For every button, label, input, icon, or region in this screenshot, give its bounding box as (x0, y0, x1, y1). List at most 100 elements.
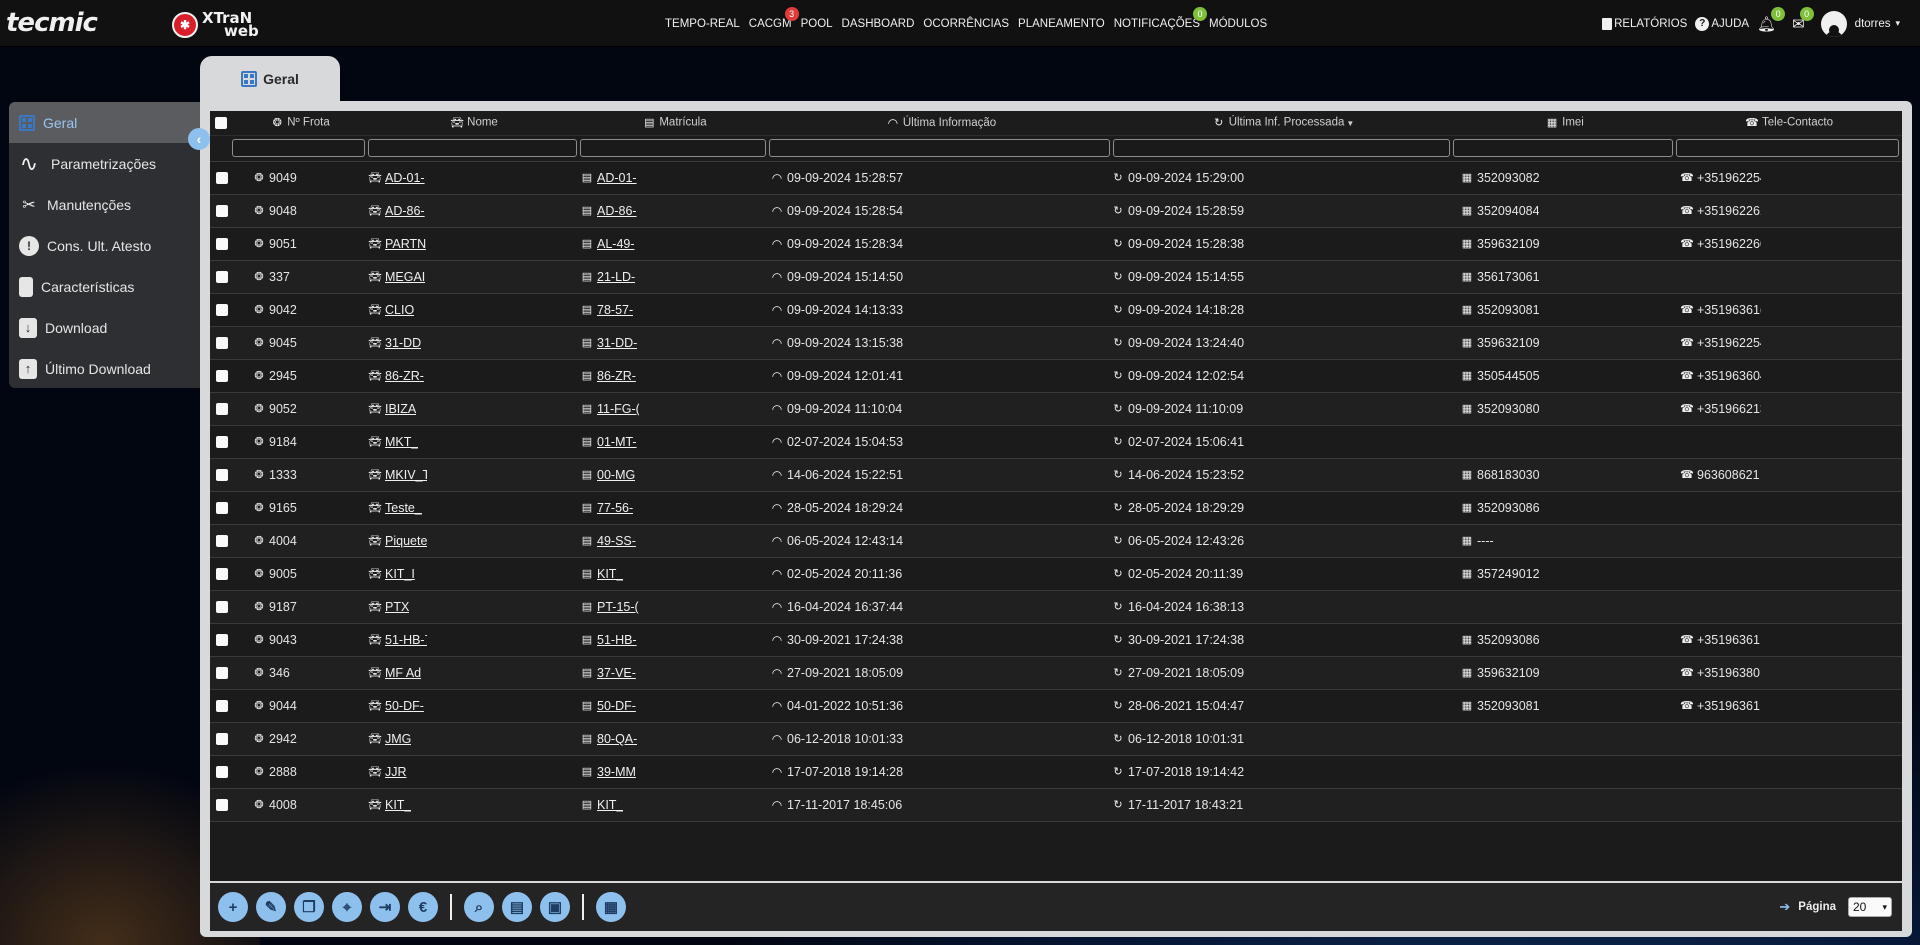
matricula-link[interactable]: 49-SS- (597, 534, 636, 548)
nome-link[interactable]: KIT_ (385, 798, 411, 812)
nome-link[interactable]: JMG (385, 732, 411, 746)
nav-m-dulos[interactable]: MÓDULOS (1209, 18, 1267, 30)
matricula-link[interactable]: 51-HB- (597, 633, 637, 647)
matricula-link[interactable]: 39-MM (597, 765, 636, 779)
row-checkbox[interactable] (216, 799, 228, 812)
row-checkbox[interactable] (216, 337, 228, 350)
nome-link[interactable]: MEGAI (385, 270, 425, 284)
matricula-link[interactable]: 00-MG (597, 468, 635, 482)
nome-link[interactable]: 51-HB-74 (385, 633, 427, 647)
filter-processada-input[interactable] (1113, 139, 1450, 157)
filter-ultima-input[interactable] (769, 139, 1110, 157)
table-row[interactable]: ❂ 9184 🚘︎ MKT_ ▤ 01-MT- ◠ 02-07-2024 15:04:53 ↻ 0… (210, 425, 1902, 459)
table-row[interactable]: ❂ 9005 🚘︎ KIT_I ▤ KIT_ ◠ 02-05-2024 20:11:36 ↻ 02… (210, 557, 1902, 591)
col-header-frota[interactable]: ❂ Nº Frota (232, 111, 368, 136)
nome-link[interactable]: 86-ZR- (385, 369, 424, 383)
row-checkbox[interactable] (216, 205, 228, 218)
user-menu[interactable]: dtorres ▾ (1820, 10, 1900, 37)
row-checkbox[interactable] (216, 403, 228, 416)
matricula-link[interactable]: 11-FG-( (597, 402, 639, 416)
table-row[interactable]: ❂ 9043 🚘︎51-HB-74 ▤ 51-HB- ◠ 30-09-2021 17:24:… (210, 623, 1902, 657)
matricula-link[interactable]: 01-MT- (597, 435, 637, 449)
nav-planeamento[interactable]: PLANEAMENTO (1018, 18, 1105, 30)
table-row[interactable]: ❂ 346 🚘︎ MF Ad ▤ 37-VE- ◠ 27-09-2021 18:05:09 ↻ 2… (210, 656, 1902, 690)
row-checkbox[interactable] (216, 172, 228, 185)
notifications-bell[interactable]: 🔔︎ 0 (1757, 6, 1786, 33)
nome-link[interactable]: 50-DF- (385, 699, 424, 713)
matricula-link[interactable]: 77-56- (597, 501, 633, 515)
sidebar-item-geral[interactable]: Geral (9, 102, 201, 143)
nav-notifica-es[interactable]: NOTIFICAÇÕES 0 (1114, 6, 1207, 30)
col-header-imei[interactable]: ▦ Imei (1453, 111, 1676, 136)
nome-link[interactable]: PARTN (385, 237, 426, 251)
col-header-nome[interactable]: 🚘︎ Nome (368, 111, 580, 136)
table-row[interactable]: ❂ 4004 🚘︎ Piquete ▤ 49-SS- ◠ 06-05-2024 12:43:1… (210, 524, 1902, 558)
collapse-sidebar-button[interactable]: ‹ (188, 128, 210, 150)
row-checkbox[interactable] (216, 700, 228, 713)
image-doc-button[interactable]: ▣ (540, 892, 570, 922)
matricula-link[interactable]: KIT_ (597, 567, 623, 581)
table-row[interactable]: ❂ 9044 🚘︎ 50-DF- ▤ 50-DF- ◠ 04-01-2022 10:51:36… (210, 689, 1902, 723)
nome-link[interactable]: MKIV_T (385, 468, 427, 482)
table-row[interactable]: ❂ 2942 🚘︎ JMG ▤ 80-QA- ◠ 06-12-2018 10:01:33 ↻ 06… (210, 722, 1902, 756)
row-checkbox[interactable] (216, 568, 228, 581)
nav-pool[interactable]: POOL (801, 18, 833, 30)
matricula-link[interactable]: KIT_ (597, 798, 623, 812)
matricula-link[interactable]: 31-DD- (597, 336, 637, 350)
help-link[interactable]: ? AJUDA (1695, 16, 1749, 31)
nome-link[interactable]: CLIO (385, 303, 414, 317)
row-checkbox[interactable] (216, 601, 228, 614)
page-size-select[interactable]: 20 ▾ (1848, 897, 1892, 917)
nome-link[interactable]: KIT_I (385, 567, 415, 581)
calendar-button[interactable]: ▦ (596, 892, 626, 922)
doc-button[interactable]: ▤ (502, 892, 532, 922)
nome-link[interactable]: MF Ad (385, 666, 421, 680)
matricula-link[interactable]: 50-DF- (597, 699, 636, 713)
table-row[interactable]: ❂ 9051 🚘︎ PARTN ▤ AL-49- ◠ 09-09-2024 15:28:34 ↻… (210, 227, 1902, 261)
matricula-link[interactable]: 80-QA- (597, 732, 637, 746)
nome-link[interactable]: JJR (385, 765, 407, 779)
sidebar-item-caracteristicas[interactable]: Características (9, 266, 201, 307)
reports-link[interactable]: RELATÓRIOS (1602, 17, 1687, 30)
table-row[interactable]: ❂ 4008 🚘︎ KIT_ ▤ KIT_ ◠ 17-11-2017 18:45:06 ↻ 17-… (210, 788, 1902, 822)
row-checkbox[interactable] (216, 634, 228, 647)
nav-cacgm[interactable]: CACGM 3 (749, 6, 799, 30)
filter-tele-input[interactable] (1676, 139, 1899, 157)
row-checkbox[interactable] (216, 535, 228, 548)
col-header-ultima-informacao[interactable]: ◠ Última Informação (769, 111, 1113, 136)
add-button[interactable]: + (218, 892, 248, 922)
select-all-checkbox[interactable] (215, 116, 227, 129)
table-row[interactable]: ❂ 9048 🚘︎ AD-86- ▤ AD-86- ◠ 09-09-2024 15:28:54… (210, 194, 1902, 228)
nome-link[interactable]: IBIZA (385, 402, 416, 416)
row-checkbox[interactable] (216, 370, 228, 383)
table-row[interactable]: ❂ 9045 🚘︎ 31-DD ▤ 31-DD- ◠ 09-09-2024 13:15:38 ↻… (210, 326, 1902, 360)
copy-button[interactable]: ❐ (294, 892, 324, 922)
messages-button[interactable]: ✉ 0 (1792, 6, 1814, 33)
matricula-link[interactable]: 21-LD- (597, 270, 635, 284)
sidebar-item-manutencoes[interactable]: ✂ Manutenções (9, 184, 201, 225)
row-checkbox[interactable] (216, 436, 228, 449)
matricula-link[interactable]: 86-ZR- (597, 369, 636, 383)
matricula-link[interactable]: 78-57- (597, 303, 633, 317)
xtranweb-logo[interactable]: ✱ XTraN web (172, 9, 282, 41)
nome-link[interactable]: PTX (385, 600, 409, 614)
row-checkbox[interactable] (216, 469, 228, 482)
sidebar-item-cons-ult-atesto[interactable]: ! Cons. Ult. Atesto (9, 225, 201, 266)
nome-link[interactable]: MKT_ (385, 435, 418, 449)
table-row[interactable]: ❂ 337 🚘︎ MEGAI ▤ 21-LD- ◠ 09-09-2024 15:14:50 ↻ 0… (210, 260, 1902, 294)
sidebar-item-download[interactable]: ↓ Download (9, 307, 201, 348)
arrow-right-icon[interactable]: ➔ (1779, 899, 1790, 915)
search-doc-button[interactable]: ⌕ (464, 892, 494, 922)
table-row[interactable]: ❂ 9042 🚘︎ CLIO ▤ 78-57- ◠ 09-09-2024 14:13:33 ↻ 0… (210, 293, 1902, 327)
table-row[interactable]: ❂ 9165 🚘︎ Teste_ ▤ 77-56- ◠ 28-05-2024 18:29:24… (210, 491, 1902, 525)
table-row[interactable]: ❂ 9187 🚘︎ PTX ▤ PT-15-(◠ 16-04-2024 16:37:44 ↻ 1… (210, 590, 1902, 624)
sidebar-item-parametrizacoes[interactable]: ∿ Parametrizações (9, 143, 201, 184)
table-row[interactable]: ❂ 2945 🚘︎ 86-ZR- ▤ 86-ZR- ◠ 09-09-2024 12:01:41… (210, 359, 1902, 393)
matricula-link[interactable]: 37-VE- (597, 666, 636, 680)
filter-nome-input[interactable] (368, 139, 577, 157)
euro-button[interactable]: € (408, 892, 438, 922)
matricula-link[interactable]: AL-49- (597, 237, 635, 251)
nome-link[interactable]: 31-DD (385, 336, 421, 350)
nav-dashboard[interactable]: DASHBOARD (842, 18, 915, 30)
nome-link[interactable]: Teste_ (385, 501, 422, 515)
